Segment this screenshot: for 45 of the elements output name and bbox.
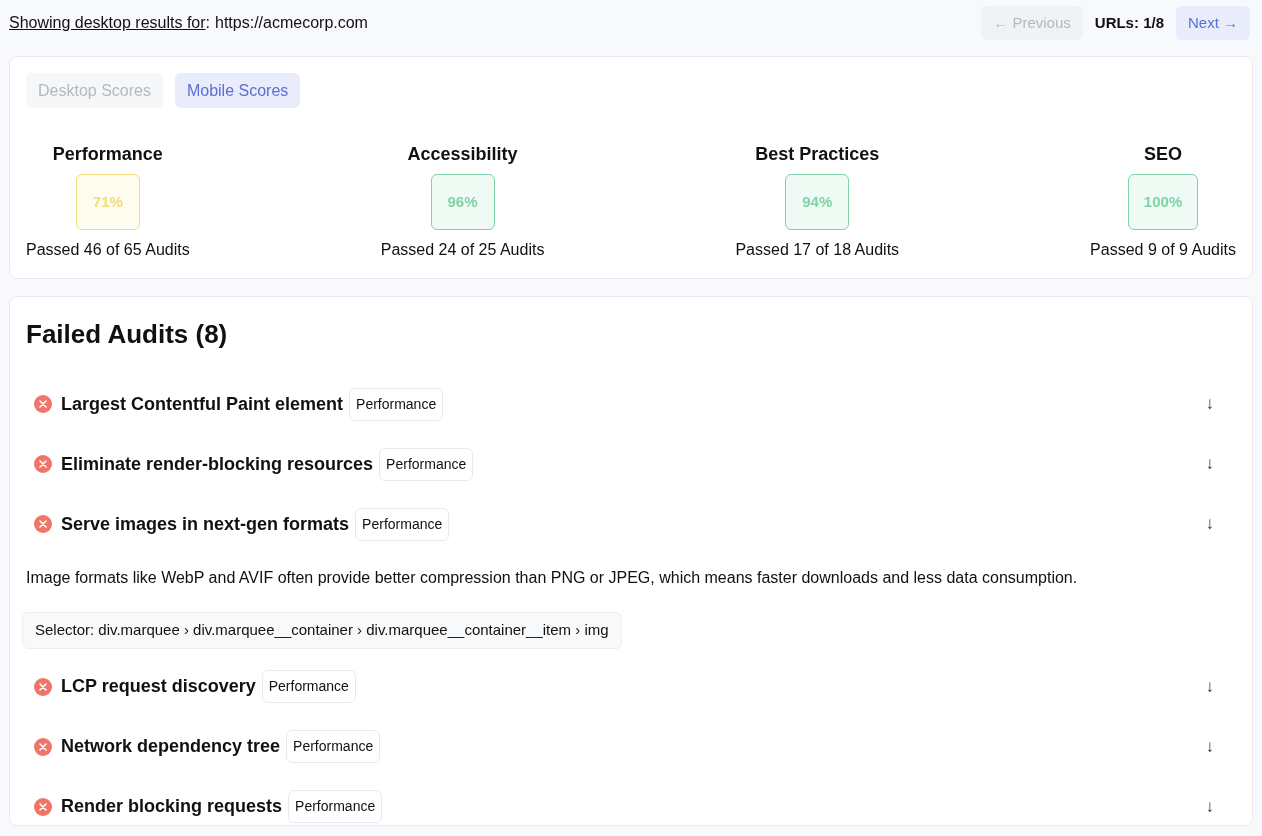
- colon: :: [205, 13, 210, 33]
- score-badge: 94%: [785, 174, 850, 230]
- audit-title[interactable]: Render blocking requests: [61, 793, 283, 820]
- score-title: Accessibility: [407, 143, 518, 166]
- error-icon: [34, 677, 52, 696]
- error-icon: [34, 797, 52, 816]
- selector-snippet: Selector: div.marquee › div.marquee__container › div.marquee__container__item › img: [22, 612, 622, 649]
- score-badge: 96%: [430, 174, 495, 230]
- next-button[interactable]: Next →: [1176, 6, 1250, 40]
- score-title: SEO: [1144, 143, 1183, 166]
- audits-passed: Passed 9 of 9 Audits: [1090, 240, 1236, 260]
- expand-toggle[interactable]: ↓: [1205, 511, 1214, 537]
- expand-toggle[interactable]: ↓: [1205, 793, 1214, 820]
- expand-toggle[interactable]: ↓: [1205, 673, 1214, 700]
- expand-toggle[interactable]: ↓: [1205, 451, 1214, 477]
- audit-title[interactable]: Largest Contentful Paint element: [61, 390, 344, 418]
- expand-toggle[interactable]: ↓: [1205, 733, 1214, 760]
- scores-tab[interactable]: Mobile Scores: [174, 73, 301, 108]
- category-tag: Performance: [261, 670, 356, 703]
- category-tag: Performance: [355, 507, 450, 541]
- score-title: Best Practices: [755, 143, 880, 166]
- error-icon: [34, 395, 52, 413]
- audit-description: Image formats like WebP and AVIF often provide better compression than PNG or JPEG, which means faster downloads and less data consumption.: [26, 568, 1079, 588]
- category-tag: Performance: [286, 730, 381, 763]
- site-url: https://acmecorp.com: [215, 13, 368, 33]
- audits-passed: Passed 46 of 65 Audits: [26, 240, 190, 260]
- score-badge: 100%: [1127, 174, 1199, 230]
- error-icon: [34, 455, 52, 473]
- url-counter: URLs: 1/8: [1094, 12, 1164, 33]
- error-icon: [34, 515, 52, 533]
- score-badge: 71%: [75, 174, 140, 230]
- category-tag: Performance: [379, 447, 474, 481]
- audits-passed: Passed 17 of 18 Audits: [735, 240, 900, 260]
- audit-title[interactable]: Serve images in next-gen formats: [61, 510, 350, 538]
- results-label: Showing desktop results for: [9, 13, 206, 33]
- category-tag: Performance: [288, 790, 383, 823]
- audits-passed: Passed 24 of 25 Audits: [380, 240, 545, 260]
- category-tag: Performance: [349, 387, 444, 421]
- error-icon: [34, 737, 52, 756]
- audit-title[interactable]: Eliminate render-blocking resources: [61, 450, 374, 478]
- audit-title[interactable]: LCP request discovery: [61, 673, 256, 700]
- expand-toggle[interactable]: ↓: [1205, 391, 1214, 417]
- audit-title[interactable]: Network dependency tree: [61, 733, 281, 760]
- section-heading: Failed Audits (8): [26, 318, 229, 351]
- score-title: Performance: [52, 143, 163, 166]
